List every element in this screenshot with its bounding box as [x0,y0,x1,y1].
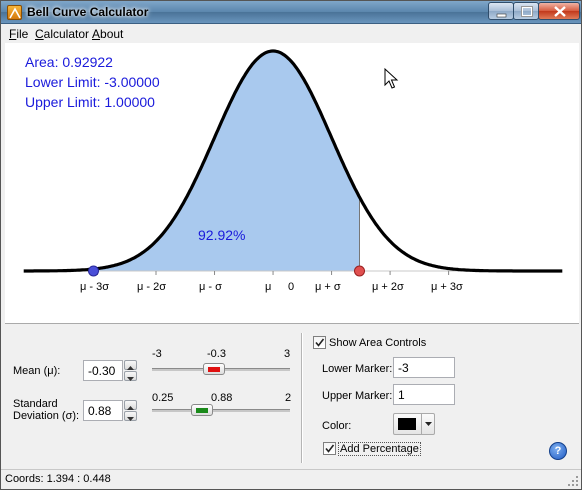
menu-calculator[interactable]: Calculator [35,27,89,41]
stddev-max-label: 2 [285,392,292,404]
mean-current-label: -0.3 [207,348,226,360]
menu-about-label: bout [100,27,124,41]
stddev-spin-up[interactable] [124,400,137,410]
mean-label: Mean (μ): [13,365,61,377]
stddev-slider-thumb[interactable] [190,404,213,416]
menu-about-accel: A [92,27,101,41]
app-window: Bell Curve Calculator File Calculator Ab… [0,0,582,490]
menu-about[interactable]: About [92,27,123,41]
color-picker-button[interactable] [393,413,435,435]
upper-marker-label: Upper Marker: [322,390,393,402]
axis-label-zero: 0 [288,281,295,293]
upper-marker-input[interactable]: 1 [393,384,455,405]
axis-ticks [96,271,450,275]
axis-label-mu-minus-3sigma: μ - 3σ [80,281,110,293]
add-percentage-label[interactable]: Add Percentage [338,442,421,456]
axis-label-mu-plus-sigma: μ + σ [315,281,341,293]
color-label: Color: [322,420,352,432]
stddev-min-label: 0.25 [152,392,174,404]
bell-curve-plot[interactable]: Area: 0.92922 Lower Limit: -3.00000 Uppe… [5,43,579,324]
maximize-button[interactable] [513,2,539,20]
mean-spinner[interactable] [124,360,137,381]
help-icon[interactable]: ? [549,442,567,460]
mean-spin-down[interactable] [124,371,137,381]
menu-file-label: ile [16,27,29,41]
title-bar[interactable]: Bell Curve Calculator [1,1,581,24]
show-area-controls-label[interactable]: Show Area Controls [329,337,426,349]
mean-max-label: 3 [284,348,291,360]
axis-label-mu-plus-3sigma: μ + 3σ [431,281,463,293]
panel-separator [301,333,303,463]
mouse-cursor-icon [384,67,399,89]
coords-readout: Coords: 1.394 : 0.448 [5,473,111,485]
show-area-controls-checkbox[interactable] [313,336,326,349]
axis-label-mu-minus-2sigma: μ - 2σ [137,281,167,293]
color-swatch [398,418,416,430]
lower-limit-readout: Lower Limit: -3.00000 [25,74,160,90]
stddev-slider-track[interactable] [152,409,290,412]
minimize-button[interactable] [488,2,514,20]
status-bar: Coords: 1.394 : 0.448 [1,469,581,489]
mean-input[interactable]: -0.30 [83,360,123,381]
stddev-label-line2: Deviation (σ): [13,410,80,422]
axis-label-mu-plus-2sigma: μ + 2σ [372,281,404,293]
lower-marker-label: Lower Marker: [322,363,393,375]
close-button[interactable] [538,2,580,20]
axis-label-mu-minus-sigma: μ - σ [199,281,222,293]
menu-calculator-label: alculator [43,27,90,41]
upper-limit-readout: Upper Limit: 1.00000 [25,94,155,110]
stddev-label-line1: Standard [13,398,58,410]
controls-panel: Mean (μ): -0.30 -3 -0.3 3 Standard Devia… [5,325,579,469]
stddev-input[interactable]: 0.88 [83,400,123,421]
menu-file[interactable]: File [9,27,28,41]
stddev-spinner[interactable] [124,400,137,421]
resize-grip-icon[interactable] [567,475,579,487]
mean-min-label: -3 [152,348,162,360]
stddev-current-label: 0.88 [211,392,233,404]
lower-marker-handle[interactable] [88,265,99,277]
area-readout: Area: 0.92922 [25,54,113,70]
chevron-down-icon[interactable] [421,414,434,434]
menu-calculator-accel: C [35,27,44,41]
window-title: Bell Curve Calculator [27,5,149,19]
add-percentage-checkbox[interactable] [323,442,336,455]
mean-slider-thumb[interactable] [203,363,226,375]
upper-marker-handle[interactable] [354,265,365,277]
lower-marker-input[interactable]: -3 [393,357,455,378]
mean-spin-up[interactable] [124,360,137,370]
axis-label-mu: μ [265,281,272,293]
stddev-spin-down[interactable] [124,411,137,421]
menu-bar: File Calculator About [1,24,581,43]
app-icon [7,5,22,20]
percentage-label: 92.92% [198,227,246,243]
